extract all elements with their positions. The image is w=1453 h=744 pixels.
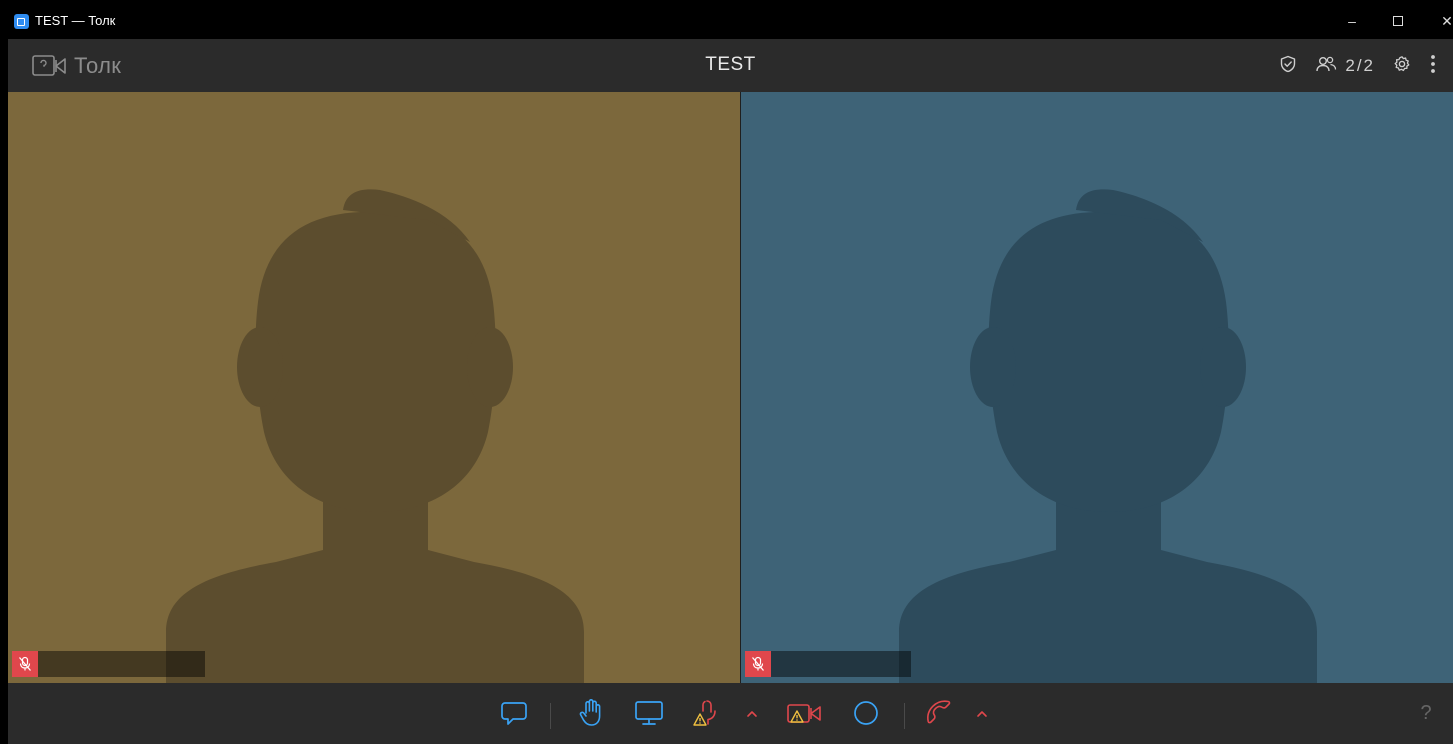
participant-name-bar — [745, 651, 911, 677]
record-button[interactable] — [850, 700, 882, 730]
chat-button[interactable] — [498, 700, 530, 730]
camera-button[interactable] — [785, 700, 825, 730]
raise-hand-icon — [577, 698, 605, 733]
header-actions: 2/2 — [1279, 53, 1437, 79]
settings-gear-icon[interactable] — [1393, 55, 1411, 78]
raise-hand-button[interactable] — [575, 698, 607, 733]
mic-muted-icon — [12, 651, 38, 677]
video-tile-participant-1[interactable] — [8, 92, 740, 683]
avatar-silhouette-icon — [166, 189, 584, 683]
participants-icon — [1315, 55, 1337, 78]
help-button[interactable]: ? — [1413, 702, 1439, 732]
camera-warning-icon — [785, 698, 825, 733]
window-title: TEST — Толк — [35, 13, 116, 28]
chevron-up-icon — [746, 705, 758, 723]
hang-up-options-caret[interactable] — [975, 705, 989, 723]
microphone-warning-icon — [692, 698, 722, 733]
microphone-options-caret[interactable] — [745, 705, 759, 723]
app-header: Толк TEST 2/2 — [8, 39, 1453, 92]
toolbar-separator — [550, 703, 551, 729]
video-tile-participant-2[interactable] — [741, 92, 1453, 683]
chevron-up-icon — [976, 705, 988, 723]
participants-count: 2/2 — [1345, 56, 1375, 75]
hang-up-icon — [925, 698, 955, 733]
hang-up-button[interactable] — [924, 698, 956, 733]
participant-name-plate — [38, 651, 205, 677]
more-vertical-icon[interactable] — [1429, 54, 1437, 79]
record-icon — [852, 699, 880, 732]
screen-share-icon — [634, 699, 664, 732]
toolbar-separator — [904, 703, 905, 729]
participant-name-bar — [12, 651, 205, 677]
screen-share-button[interactable] — [633, 700, 665, 730]
microphone-button[interactable] — [691, 698, 723, 733]
app-icon — [14, 14, 29, 29]
meeting-title: TEST — [705, 54, 756, 75]
participants-button[interactable]: 2/2 — [1315, 55, 1375, 78]
window-titlebar: TEST — Толк – ✕ — [0, 0, 1453, 39]
mic-muted-icon — [745, 651, 771, 677]
close-button[interactable]: ✕ — [1432, 10, 1453, 32]
chat-icon — [500, 699, 528, 732]
maximize-button[interactable] — [1383, 10, 1413, 32]
minimize-button[interactable]: – — [1337, 10, 1367, 32]
avatar-silhouette-icon — [899, 189, 1317, 683]
shield-check-icon[interactable] — [1279, 55, 1297, 78]
participant-name-plate — [771, 651, 911, 677]
call-toolbar: ? — [8, 683, 1453, 744]
